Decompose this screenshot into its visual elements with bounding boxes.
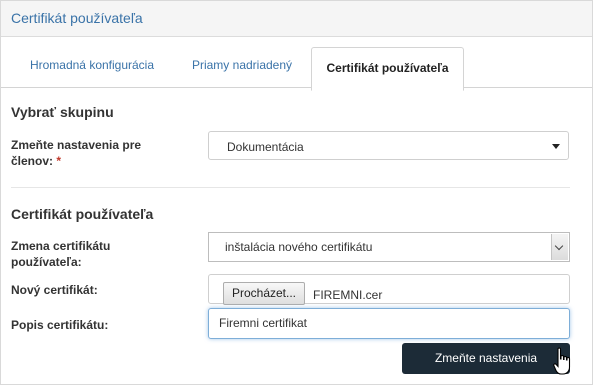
group-field-label-line1: Zmeňte nastavenia pre xyxy=(11,138,142,152)
tab-direct-manager[interactable]: Priamy nadriadený xyxy=(177,45,307,86)
selected-file-name: FIREMNI.cer xyxy=(313,288,383,302)
user-certificate-panel: Certifikát používateľa Hromadná konfigur… xyxy=(0,0,593,385)
section-title-user-certificate: Certifikát používateľa xyxy=(11,206,154,222)
cert-change-label-line1: Zmena certifikátu xyxy=(11,239,111,253)
tab-bulk-configuration[interactable]: Hromadná konfigurácia xyxy=(13,45,171,86)
new-cert-file-input[interactable]: Procházet... FIREMNI.cer xyxy=(208,274,570,305)
panel-header: Certifikát používateľa xyxy=(1,1,592,37)
new-cert-label: Nový certifikát: xyxy=(11,283,98,297)
dropdown-caret-icon xyxy=(552,144,560,149)
cert-description-label: Popis certifikátu: xyxy=(11,318,109,332)
section-title-select-group: Vybrať skupinu xyxy=(11,104,114,120)
cert-change-label: Zmena certifikátu používateľa: xyxy=(11,238,110,270)
panel-title: Certifikát používateľa xyxy=(11,10,143,26)
group-select-value: Dokumentácia xyxy=(227,140,304,154)
group-field-label: Zmeňte nastavenia pre členov: * xyxy=(11,137,141,169)
cert-description-input[interactable]: Firemni certifikat xyxy=(208,308,570,339)
tab-user-certificate[interactable]: Certifikát používateľa xyxy=(311,47,464,91)
section-divider xyxy=(11,187,570,188)
group-field-label-line2: členov: xyxy=(11,154,54,168)
apply-settings-button[interactable]: Zmeňte nastavenia xyxy=(402,343,570,374)
cert-change-select-value: inštalácia nového certifikátu xyxy=(225,240,373,254)
cert-change-label-line2: používateľa: xyxy=(11,255,82,269)
required-mark: * xyxy=(56,154,62,168)
tab-bar: Hromadná konfigurácia Priamy nadriadený … xyxy=(1,45,592,91)
group-select[interactable]: Dokumentácia xyxy=(208,131,569,160)
select-arrow-icon[interactable] xyxy=(551,234,568,260)
cert-change-select[interactable]: inštalácia nového certifikátu xyxy=(208,232,570,262)
hand-pointer-icon xyxy=(553,347,571,375)
browse-button[interactable]: Procházet... xyxy=(223,282,305,305)
